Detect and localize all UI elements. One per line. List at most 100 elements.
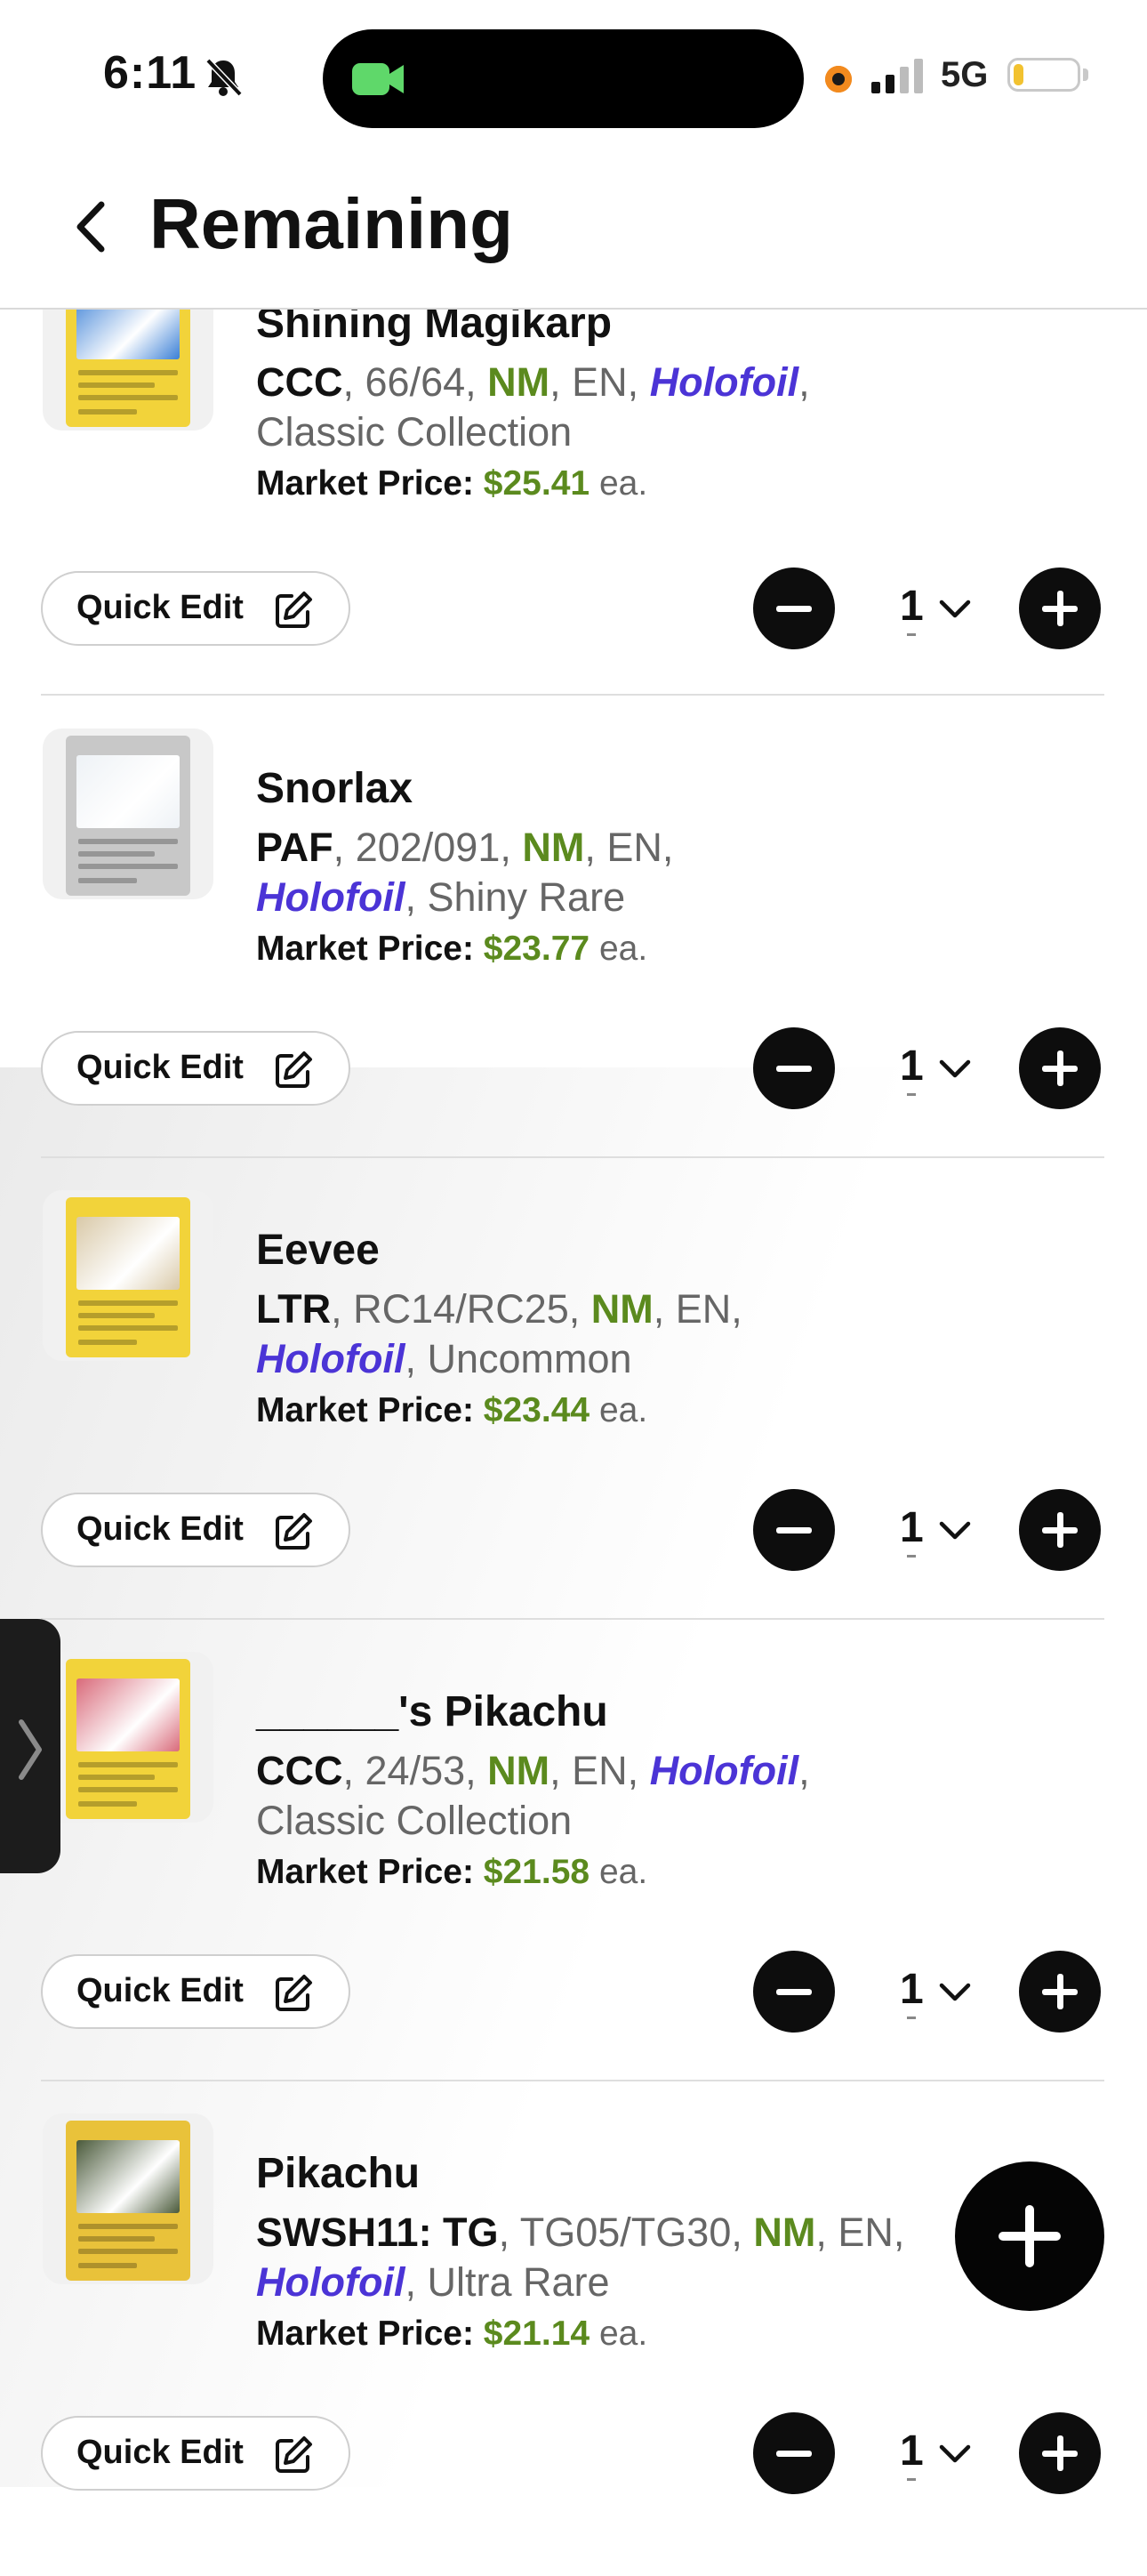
price-value: $21.58 [483,1853,590,1891]
set-code: CCC [256,1748,343,1793]
battery-nub [1083,68,1088,81]
quantity-selector[interactable]: 1 [900,1042,971,1096]
status-bar: 6:11 5G [0,0,1147,151]
bell-muted-icon [205,58,243,97]
language: EN [675,1286,732,1332]
card-details: SWSH11: TG, TG05/TG30, NM, EN, Holofoil, … [256,2210,905,2305]
card-thumbnail[interactable] [43,1190,213,1361]
card-details: LTR, RC14/RC25, NM, EN, Holofoil, Uncommo… [256,1286,742,1381]
chevron-down-icon [939,1059,971,1078]
language: EN [572,359,628,405]
card-details: PAF, 202/091, NM, EN, Holofoil, Shiny Rar… [256,825,674,920]
quantity-value: 1 [900,2427,924,2475]
quantity-value: 1 [900,1042,924,1090]
market-price: Market Price: $25.41 ea. [256,464,647,503]
card-thumbnail[interactable] [43,1652,213,1823]
quantity-value: 1 [900,1504,924,1551]
condition: NM [590,1286,654,1332]
card-number: RC14/RC25 [353,1286,569,1332]
increase-quantity-button[interactable] [1019,1489,1101,1571]
increase-quantity-button[interactable] [1019,2412,1101,2494]
network-type: 5G [941,55,989,94]
quick-edit-label: Quick Edit [76,2434,244,2471]
price-label: Market Price: [256,1853,474,1891]
quantity-selector[interactable]: 1 [900,1965,971,2019]
quantity-selector[interactable]: 1 [900,2427,971,2481]
camera-active-icon [352,63,404,95]
decrease-quantity-button[interactable] [753,2412,835,2494]
condition: NM [487,359,550,405]
quick-edit-button[interactable]: Quick Edit [41,2416,350,2491]
side-drawer-handle[interactable] [0,1619,60,1873]
finish: Holofoil [256,2259,405,2305]
price-suffix: ea. [598,930,648,968]
price-suffix: ea. [598,1853,648,1891]
edit-icon [276,592,312,628]
edit-icon [276,2436,312,2473]
list-item[interactable]: ______'s Pikachu CCC, 24/53, NM, EN, Hol… [0,1652,1147,2114]
dynamic-island [323,29,804,128]
list-item[interactable]: Snorlax PAF, 202/091, NM, EN, Holofoil, S… [0,729,1147,1191]
quick-edit-label: Quick Edit [76,1049,244,1086]
list-item[interactable]: Eevee LTR, RC14/RC25, NM, EN, Holofoil, U… [0,1190,1147,1653]
quick-edit-button[interactable]: Quick Edit [41,1031,350,1106]
set-code: LTR [256,1286,332,1332]
quantity-value: 1 [900,583,924,630]
list-item[interactable]: Pikachu SWSH11: TG, TG05/TG30, NM, EN, Ho… [0,2113,1147,2576]
card-number: 24/53 [365,1748,466,1793]
set-code: CCC [256,359,343,405]
price-label: Market Price: [256,1391,474,1429]
price-value: $21.14 [483,2314,590,2353]
card-thumbnail[interactable] [43,729,213,899]
status-time: 6:11 [103,47,197,99]
divider [41,694,1104,696]
decrease-quantity-button[interactable] [753,1951,835,2033]
price-suffix: ea. [598,2314,648,2353]
price-suffix: ea. [598,1391,648,1429]
recording-indicator-icon [825,66,852,93]
quick-edit-button[interactable]: Quick Edit [41,571,350,646]
condition: NM [753,2210,816,2255]
increase-quantity-button[interactable] [1019,1951,1101,2033]
price-suffix: ea. [598,464,648,503]
card-number: 66/64 [365,359,466,405]
finish: Holofoil [649,1748,799,1793]
card-image [66,1197,190,1357]
back-chevron-icon[interactable] [60,196,123,258]
rarity: Uncommon [427,1336,632,1381]
card-name: ______'s Pikachu [256,1688,608,1735]
decrease-quantity-button[interactable] [753,1027,835,1109]
add-card-fab-button[interactable] [955,2161,1104,2311]
edit-icon [276,1513,312,1550]
card-name: Snorlax [256,765,413,812]
decrease-quantity-button[interactable] [753,568,835,649]
divider [41,2080,1104,2081]
finish: Holofoil [256,1336,405,1381]
quick-edit-button[interactable]: Quick Edit [41,1493,350,1567]
language: EN [606,825,662,870]
price-label: Market Price: [256,2314,474,2353]
price-value: $23.77 [483,930,590,968]
list-item[interactable]: Shining Magikarp CCC, 66/64, NM, EN, Hol… [0,260,1147,729]
edit-icon [276,1975,312,2011]
increase-quantity-button[interactable] [1019,568,1101,649]
card-name: Pikachu [256,2150,421,2197]
market-price: Market Price: $23.77 ea. [256,930,647,969]
card-details: CCC, 24/53, NM, EN, Holofoil, Classic Col… [256,1748,810,1843]
quantity-selector[interactable]: 1 [900,582,971,636]
quantity-selector[interactable]: 1 [900,1503,971,1558]
card-number: 202/091 [355,825,501,870]
quick-edit-button[interactable]: Quick Edit [41,1954,350,2029]
card-name: Eevee [256,1227,380,1274]
rarity: Classic Collection [256,1798,573,1843]
page-title: Remaining [149,184,513,263]
language: EN [572,1748,628,1793]
set-code: PAF [256,825,333,870]
finish: Holofoil [256,874,405,920]
decrease-quantity-button[interactable] [753,1489,835,1571]
card-number: TG05/TG30 [519,2210,732,2255]
card-image [66,2121,190,2281]
card-thumbnail[interactable] [43,2113,213,2284]
increase-quantity-button[interactable] [1019,1027,1101,1109]
nav-header: Remaining [0,151,1147,310]
